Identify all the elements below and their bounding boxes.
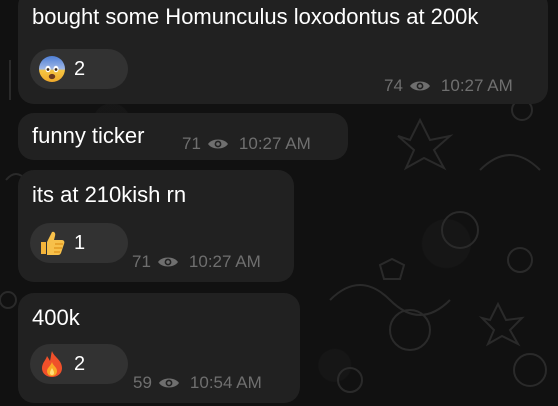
message-time: 10:27 AM [188, 252, 261, 271]
eye-icon [157, 257, 178, 267]
message-bubble[interactable]: 400k 2 59 10:54 AM [18, 293, 300, 403]
eye-icon [207, 139, 228, 149]
message-text: 400k [32, 305, 80, 330]
reaction-pill[interactable]: 2 [30, 49, 128, 89]
reaction-count: 2 [74, 57, 86, 80]
thumbs-up-emoji-icon [41, 231, 65, 255]
eye-icon [158, 378, 179, 388]
message-time: 10:27 AM [238, 134, 311, 153]
message-text: funny ticker [32, 123, 145, 148]
reaction-count: 1 [74, 231, 86, 254]
message-time: 10:27 AM [440, 76, 513, 95]
fearful-face-emoji-icon [39, 56, 65, 82]
message-time: 10:54 AM [189, 373, 262, 392]
view-count: 74 [384, 76, 403, 95]
message-bubble[interactable]: its at 210kish rn 1 71 10:27 AM [18, 170, 294, 282]
reaction-pill[interactable]: 1 [30, 223, 128, 263]
view-count: 71 [182, 134, 201, 153]
message-text: its at 210kish rn [32, 182, 187, 207]
view-count: 59 [133, 373, 152, 392]
message-text: bought some Homunculus loxodontus at 200… [32, 4, 479, 29]
message-meta: 71 10:27 AM [182, 134, 311, 154]
eye-icon [409, 81, 430, 91]
message-bubble[interactable]: funny ticker 71 10:27 AM [18, 113, 348, 160]
fire-emoji-icon [42, 351, 62, 377]
message-meta: 59 10:54 AM [133, 373, 262, 393]
message-bubble[interactable]: bought some Homunculus loxodontus at 200… [18, 0, 548, 104]
message-meta: 71 10:27 AM [132, 252, 261, 272]
reaction-count: 2 [74, 352, 86, 375]
reaction-pill[interactable]: 2 [30, 344, 128, 384]
message-meta: 74 10:27 AM [384, 76, 513, 96]
view-count: 71 [132, 252, 151, 271]
